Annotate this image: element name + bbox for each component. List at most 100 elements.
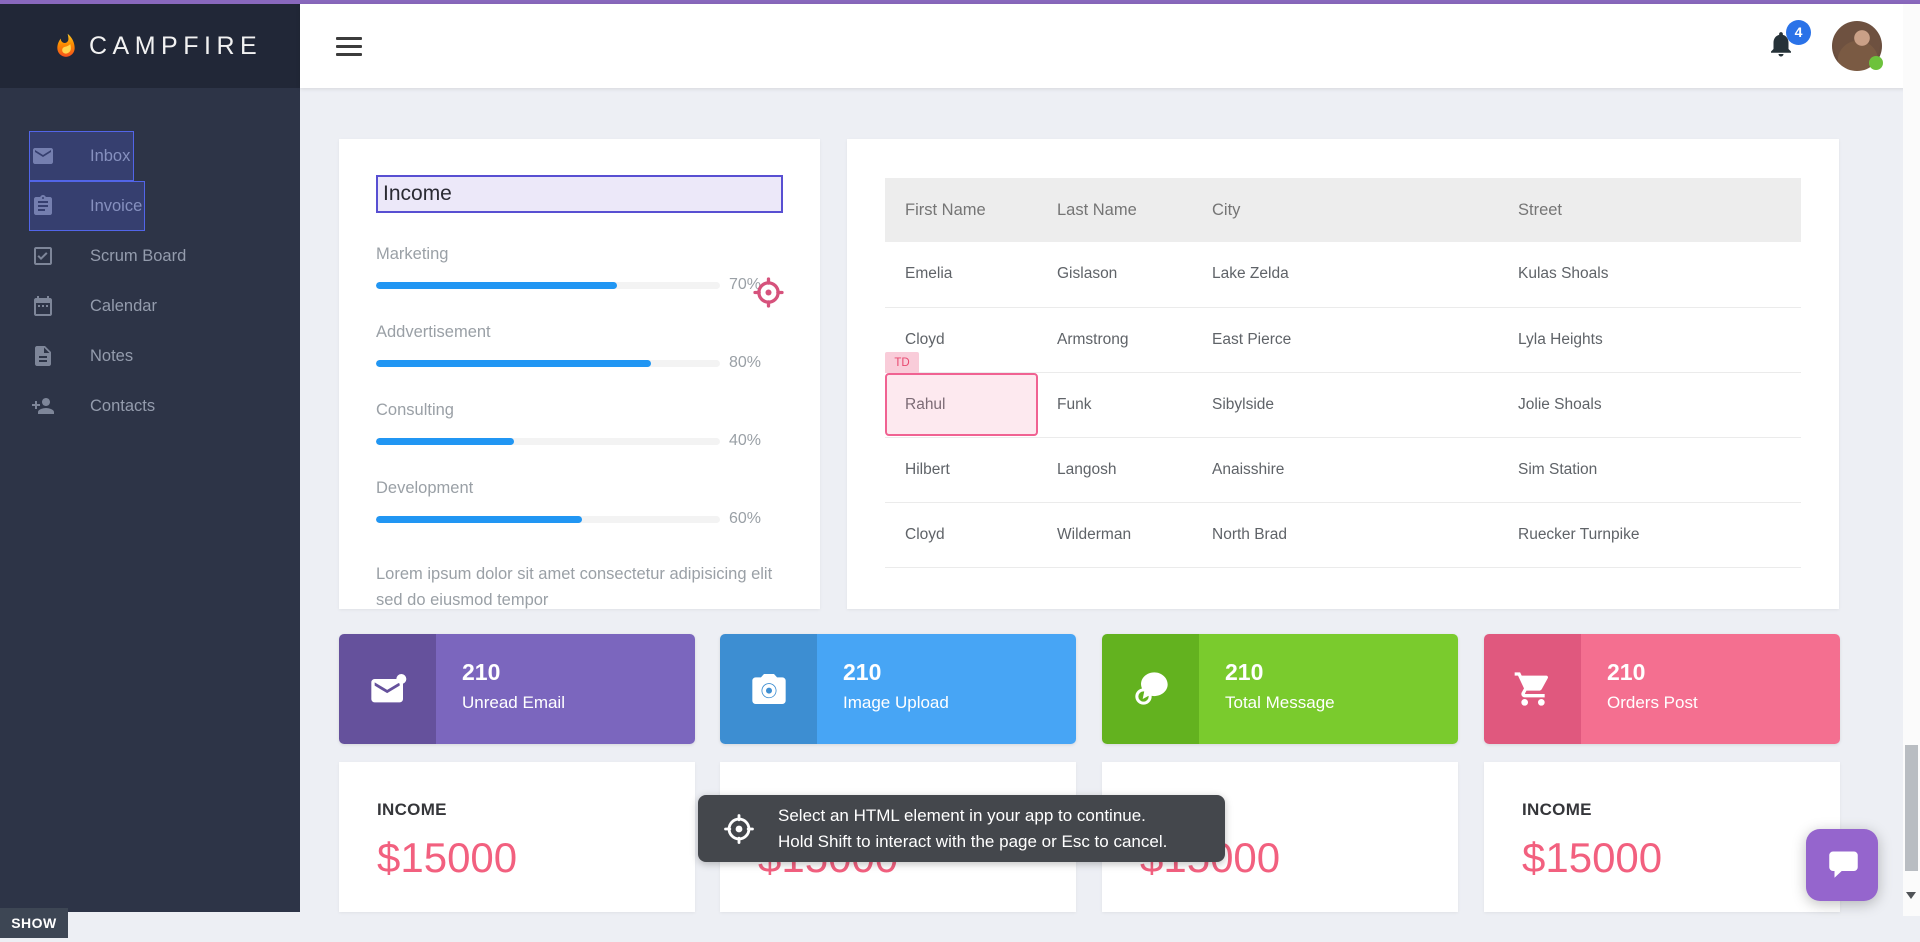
inspector-highlight-invoice bbox=[29, 181, 145, 231]
stat-body: 210 Orders Post bbox=[1581, 634, 1840, 744]
income-tile-amount: $15000 bbox=[1522, 834, 1802, 882]
table-cell: Anaisshire bbox=[1192, 437, 1498, 502]
progress-row: 80% bbox=[376, 354, 783, 372]
cart-icon bbox=[1513, 669, 1553, 709]
table-cell: Lyla Heights bbox=[1498, 307, 1801, 372]
progress-label: Marketing bbox=[376, 245, 783, 264]
sidebar-item-contacts[interactable]: Contacts bbox=[0, 381, 300, 431]
progress-percent: 60% bbox=[729, 510, 761, 528]
table-cell: Emelia bbox=[885, 242, 1037, 307]
income-card-title: Income bbox=[383, 182, 452, 206]
progress-track bbox=[376, 438, 720, 445]
progress-row: 60% bbox=[376, 510, 783, 528]
scrum-board-icon bbox=[31, 244, 55, 268]
income-tile-amount: $15000 bbox=[377, 834, 657, 882]
top-header: 4 bbox=[300, 4, 1920, 88]
stat-label: Image Upload bbox=[843, 693, 1076, 713]
scrollbar-thumb[interactable] bbox=[1905, 745, 1918, 871]
chat-fab-button[interactable] bbox=[1806, 829, 1878, 901]
header-actions: 4 bbox=[1766, 21, 1920, 71]
table-cell: Cloyd bbox=[885, 502, 1037, 567]
table-cell: Ruecker Turnpike bbox=[1498, 502, 1801, 567]
inspector-highlight-inbox bbox=[29, 131, 134, 181]
table-row: Emelia Gislason Lake Zelda Kulas Shoals bbox=[885, 242, 1801, 307]
inspector-highlight-cell bbox=[885, 373, 1038, 436]
progress-track bbox=[376, 516, 720, 523]
table-row: Cloyd Wilderman North Brad Ruecker Turnp… bbox=[885, 502, 1801, 567]
stat-card-total-message: 210 Total Message bbox=[1102, 634, 1458, 744]
stat-label: Unread Email bbox=[462, 693, 695, 713]
stat-icon-section bbox=[720, 634, 817, 744]
stat-card-orders-post: 210 Orders Post bbox=[1484, 634, 1840, 744]
element-picker-target-icon bbox=[752, 276, 785, 309]
online-status-dot bbox=[1869, 56, 1883, 70]
inspector-highlight-income-title: Income bbox=[376, 175, 783, 213]
income-tile: INCOME $15000 bbox=[339, 762, 695, 912]
table-cell: Wilderman bbox=[1037, 502, 1192, 567]
calendar-icon bbox=[31, 294, 55, 318]
target-icon bbox=[722, 812, 756, 846]
sidebar-item-label: Scrum Board bbox=[90, 247, 186, 266]
income-tile-title: INCOME bbox=[1522, 800, 1802, 820]
stat-icon-section bbox=[1484, 634, 1581, 744]
stat-label: Orders Post bbox=[1607, 693, 1840, 713]
sidebar-item-notes[interactable]: Notes bbox=[0, 331, 300, 381]
table-cell: Sim Station bbox=[1498, 437, 1801, 502]
app-screen: CAMPFIRE Inbox Invoice Scrum Board Calen… bbox=[0, 0, 1920, 942]
column-header: First Name bbox=[885, 178, 1037, 242]
tooltip-text: Select an HTML element in your app to co… bbox=[778, 803, 1167, 854]
stat-icon-section bbox=[339, 634, 436, 744]
chat-bubble-icon bbox=[1824, 847, 1860, 883]
message-icon bbox=[1131, 669, 1171, 709]
user-avatar[interactable] bbox=[1832, 21, 1882, 71]
progress-row: 70% bbox=[376, 276, 783, 294]
table-row: Hilbert Langosh Anaisshire Sim Station bbox=[885, 437, 1801, 502]
contacts-icon bbox=[31, 394, 55, 418]
inspector-tag-badge: TD bbox=[885, 352, 919, 373]
progress-fill bbox=[376, 516, 582, 523]
table-cell: Gislason bbox=[1037, 242, 1192, 307]
stat-card-unread-email: 210 Unread Email bbox=[339, 634, 695, 744]
progress-track bbox=[376, 360, 720, 367]
column-header: Street bbox=[1498, 178, 1801, 242]
table-cell: Hilbert bbox=[885, 437, 1037, 502]
contacts-table-card: First Name Last Name City Street Emelia … bbox=[847, 139, 1839, 609]
column-header: Last Name bbox=[1037, 178, 1192, 242]
table-cell: North Brad bbox=[1192, 502, 1498, 567]
income-tile: INCOME $15000 bbox=[1484, 762, 1840, 912]
stat-body: 210 Image Upload bbox=[817, 634, 1076, 744]
progress-label: Addvertisement bbox=[376, 323, 783, 342]
sidebar-item-calendar[interactable]: Calendar bbox=[0, 281, 300, 331]
notifications-button[interactable]: 4 bbox=[1766, 29, 1796, 64]
income-card-description: Lorem ipsum dolor sit amet consectetur a… bbox=[376, 562, 783, 613]
table-cell: East Pierce bbox=[1192, 307, 1498, 372]
progress-percent: 80% bbox=[729, 354, 761, 372]
show-tab-button[interactable]: SHOW bbox=[0, 908, 68, 938]
element-picker-tooltip: Select an HTML element in your app to co… bbox=[698, 795, 1225, 862]
table-cell: Langosh bbox=[1037, 437, 1192, 502]
column-header: City bbox=[1192, 178, 1498, 242]
stat-value: 210 bbox=[1225, 659, 1458, 686]
scrollbar-down-arrow[interactable] bbox=[1906, 892, 1916, 899]
table-cell: Lake Zelda bbox=[1192, 242, 1498, 307]
sidebar-item-label: Contacts bbox=[90, 397, 155, 416]
sidebar-item-scrum-board[interactable]: Scrum Board bbox=[0, 231, 300, 281]
stat-value: 210 bbox=[1607, 659, 1840, 686]
notification-badge: 4 bbox=[1786, 20, 1811, 45]
tooltip-line-2: Hold Shift to interact with the page or … bbox=[778, 829, 1167, 855]
table-row: Cloyd Armstrong East Pierce Lyla Heights bbox=[885, 307, 1801, 372]
camera-icon bbox=[749, 669, 789, 709]
menu-toggle-icon[interactable] bbox=[336, 32, 362, 61]
progress-percent: 40% bbox=[729, 432, 761, 450]
notes-icon bbox=[31, 344, 55, 368]
email-icon bbox=[368, 669, 408, 709]
vertical-scrollbar bbox=[1903, 4, 1920, 916]
progress-row: 40% bbox=[376, 432, 783, 450]
logo: CAMPFIRE bbox=[0, 4, 300, 88]
stat-body: 210 Unread Email bbox=[436, 634, 695, 744]
stat-label: Total Message bbox=[1225, 693, 1458, 713]
stat-value: 210 bbox=[843, 659, 1076, 686]
table-cell: Funk bbox=[1037, 372, 1192, 437]
progress-fill bbox=[376, 282, 617, 289]
stat-icon-section bbox=[1102, 634, 1199, 744]
